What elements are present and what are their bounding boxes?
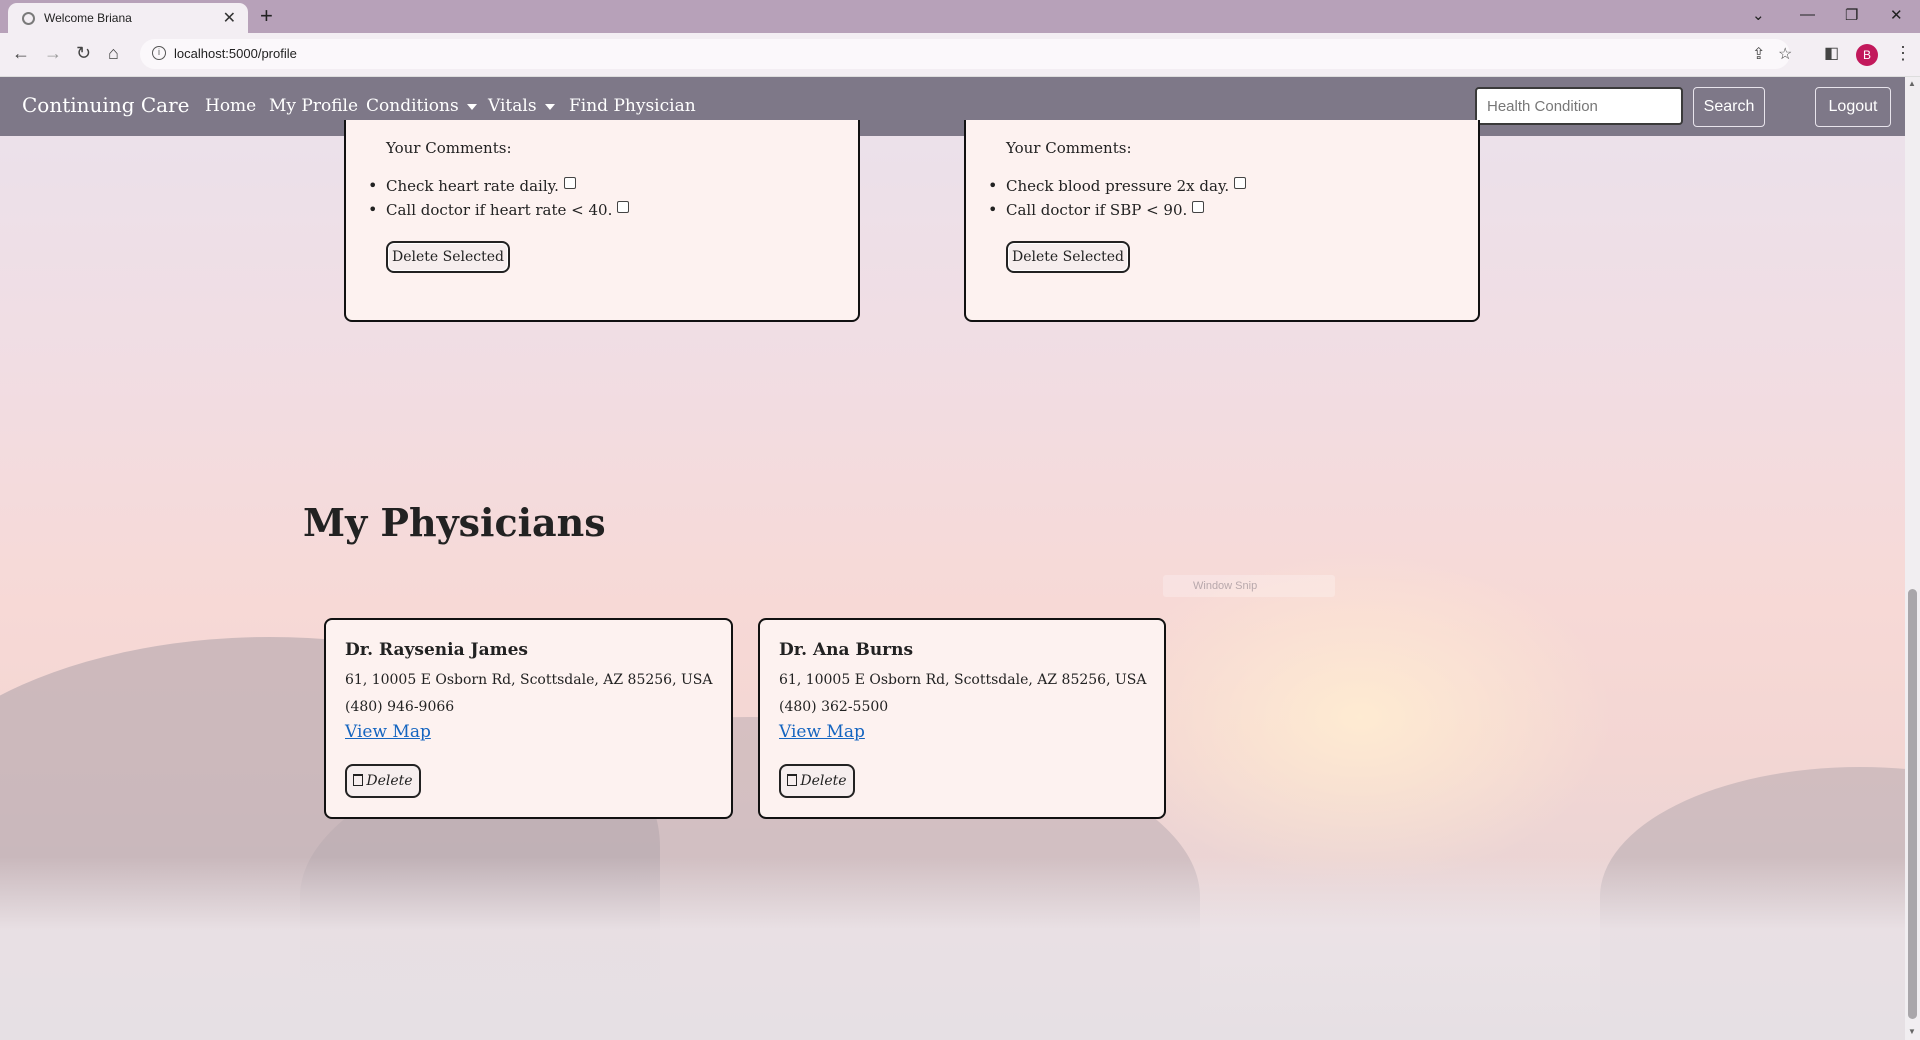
physician-address: 61, 10005 E Osborn Rd, Scottsdale, AZ 85…	[345, 672, 713, 688]
search-input[interactable]	[1475, 87, 1683, 125]
nav-conditions-label: Conditions	[366, 96, 459, 116]
nav-find-physician[interactable]: Find Physician	[569, 96, 696, 116]
nav-conditions-dropdown[interactable]: Conditions	[366, 96, 477, 116]
physician-name: Dr. Ana Burns	[779, 640, 914, 660]
home-icon[interactable]: ⌂	[108, 43, 119, 64]
fog-layer	[0, 857, 1920, 1040]
browser-tab[interactable]: Welcome Briana ✕	[8, 3, 248, 33]
logout-button[interactable]: Logout	[1815, 87, 1891, 127]
comment-text: Check heart rate daily.	[386, 177, 559, 195]
comment-checkbox[interactable]	[1192, 201, 1205, 213]
comment-list: Check heart rate daily. Call doctor if h…	[368, 176, 630, 225]
comments-label: Your Comments:	[386, 139, 512, 157]
nav-my-profile[interactable]: My Profile	[269, 96, 358, 116]
address-bar[interactable]: i localhost:5000/profile ⇪ ☆	[140, 39, 1792, 69]
window-snip-ghost: Window Snip	[1163, 575, 1335, 597]
background-landscape	[0, 77, 1920, 1040]
delete-selected-button[interactable]: Delete Selected	[386, 241, 510, 273]
physician-address: 61, 10005 E Osborn Rd, Scottsdale, AZ 85…	[779, 672, 1147, 688]
share-icon[interactable]: ⇪	[1752, 44, 1765, 64]
trash-icon	[353, 774, 364, 786]
comment-checkbox[interactable]	[563, 177, 576, 189]
globe-icon	[22, 12, 35, 25]
url-text[interactable]: localhost:5000/profile	[174, 46, 297, 61]
new-tab-icon[interactable]: +	[260, 3, 273, 29]
forward-arrow-icon[interactable]: →	[44, 43, 62, 64]
comment-list: Check blood pressure 2x day. Call doctor…	[988, 176, 1247, 225]
list-item: Call doctor if SBP < 90.	[988, 200, 1246, 219]
browser-tab-strip: Welcome Briana ✕ + ⌄ — ❐ ✕	[0, 0, 1920, 33]
minimize-icon[interactable]: —	[1800, 6, 1815, 23]
chevron-down-icon	[544, 103, 555, 110]
comment-checkbox[interactable]	[1234, 177, 1247, 189]
comment-text: Call doctor if SBP < 90.	[1006, 201, 1188, 219]
list-item: Check blood pressure 2x day.	[988, 176, 1247, 195]
view-map-link[interactable]: View Map	[345, 722, 431, 742]
list-item: Call doctor if heart rate < 40.	[368, 200, 630, 219]
close-tab-icon[interactable]: ✕	[223, 8, 236, 28]
condition-card: Your Comments: Check blood pressure 2x d…	[964, 120, 1480, 322]
reload-icon[interactable]: ↻	[76, 43, 91, 64]
delete-physician-button[interactable]: Delete	[345, 764, 421, 798]
profile-avatar[interactable]: B	[1856, 44, 1878, 66]
list-item: Check heart rate daily.	[368, 176, 629, 195]
scroll-up-icon[interactable]: ▲	[1908, 79, 1916, 88]
star-icon[interactable]: ☆	[1778, 44, 1792, 64]
physician-name: Dr. Raysenia James	[345, 640, 528, 660]
scroll-down-icon[interactable]: ▼	[1908, 1027, 1916, 1036]
site-navbar: Continuing Care Home My Profile Conditio…	[0, 77, 1905, 136]
physician-card: Dr. Raysenia James 61, 10005 E Osborn Rd…	[324, 618, 733, 819]
close-window-icon[interactable]: ✕	[1890, 6, 1903, 24]
menu-dots-icon[interactable]: ⋮	[1894, 43, 1912, 64]
view-map-link[interactable]: View Map	[779, 722, 865, 742]
chevron-down-icon	[466, 103, 477, 110]
tab-search-chevron-icon[interactable]: ⌄	[1752, 6, 1765, 24]
brand-logo[interactable]: Continuing Care	[22, 93, 189, 117]
physician-phone: (480) 946-9066	[345, 699, 455, 715]
delete-selected-button[interactable]: Delete Selected	[1006, 241, 1130, 273]
trash-icon	[787, 774, 798, 786]
physicians-heading: My Physicians	[303, 500, 606, 545]
back-arrow-icon[interactable]: ←	[12, 43, 30, 64]
tab-title: Welcome Briana	[44, 11, 132, 25]
restore-icon[interactable]: ❐	[1845, 6, 1858, 24]
page-scrollbar[interactable]: ▲ ▼	[1905, 77, 1920, 1040]
physician-card: Dr. Ana Burns 61, 10005 E Osborn Rd, Sco…	[758, 618, 1166, 819]
delete-physician-button[interactable]: Delete	[779, 764, 855, 798]
comment-text: Call doctor if heart rate < 40.	[386, 201, 613, 219]
scroll-thumb[interactable]	[1908, 589, 1917, 1019]
nav-vitals-label: Vitals	[488, 96, 537, 116]
delete-label: Delete	[366, 773, 413, 789]
delete-label: Delete	[800, 773, 847, 789]
browser-toolbar: ← → ↻ ⌂ i localhost:5000/profile ⇪ ☆ ◧ ⋮	[0, 33, 1920, 77]
comment-checkbox[interactable]	[617, 201, 630, 213]
sidepanel-icon[interactable]: ◧	[1824, 43, 1839, 63]
physician-phone: (480) 362-5500	[779, 699, 889, 715]
comments-label: Your Comments:	[1006, 139, 1132, 157]
nav-vitals-dropdown[interactable]: Vitals	[488, 96, 555, 116]
condition-card: Your Comments: Check heart rate daily. C…	[344, 120, 860, 322]
nav-home[interactable]: Home	[205, 96, 256, 116]
info-icon[interactable]: i	[152, 46, 166, 60]
search-button[interactable]: Search	[1693, 87, 1765, 127]
comment-text: Check blood pressure 2x day.	[1006, 177, 1230, 195]
